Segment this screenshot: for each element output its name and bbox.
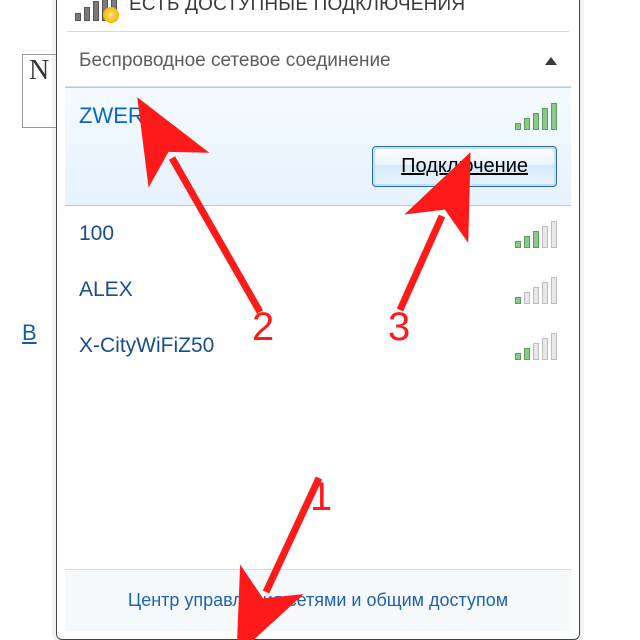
network-name: 100 xyxy=(79,222,114,246)
status-text: ЕСТЬ ДОСТУПНЫЕ ПОДКЛЮЧЕНИЯ xyxy=(129,0,465,16)
network-name: ALEX xyxy=(79,278,133,302)
network-item-zwer[interactable]: ZWER Подключение xyxy=(65,87,571,206)
signal-strength-icon xyxy=(515,220,557,248)
signal-strength-icon xyxy=(515,102,557,130)
network-flyout: ЕСТЬ ДОСТУПНЫЕ ПОДКЛЮЧЕНИЯ Беспроводное … xyxy=(56,0,580,640)
status-row: ЕСТЬ ДОСТУПНЫЕ ПОДКЛЮЧЕНИЯ xyxy=(65,0,571,31)
background-link-fragment: В xyxy=(22,320,37,346)
signal-strength-icon xyxy=(515,276,557,304)
wireless-category-title: Беспроводное сетевое соединение xyxy=(79,50,391,72)
network-item-100[interactable]: 100 xyxy=(65,206,571,262)
network-name: ZWER xyxy=(79,103,144,129)
network-name: X-CityWiFiZ50 xyxy=(79,334,214,358)
wireless-category-header[interactable]: Беспроводное сетевое соединение xyxy=(65,32,571,86)
footer: Центр управления сетями и общим доступом xyxy=(65,569,571,631)
network-item-alex[interactable]: ALEX xyxy=(65,262,571,318)
chevron-up-icon xyxy=(545,57,557,65)
signal-strength-icon xyxy=(515,332,557,360)
connect-button[interactable]: Подключение xyxy=(372,146,557,187)
network-item-x-citywifiz50[interactable]: X-CityWiFiZ50 xyxy=(65,318,571,374)
network-sharing-center-link[interactable]: Центр управления сетями и общим доступом xyxy=(128,590,508,610)
connections-available-icon xyxy=(75,0,117,21)
network-list: ZWER Подключение 100 ALEX X-CityWiFiZ50 xyxy=(65,86,571,374)
